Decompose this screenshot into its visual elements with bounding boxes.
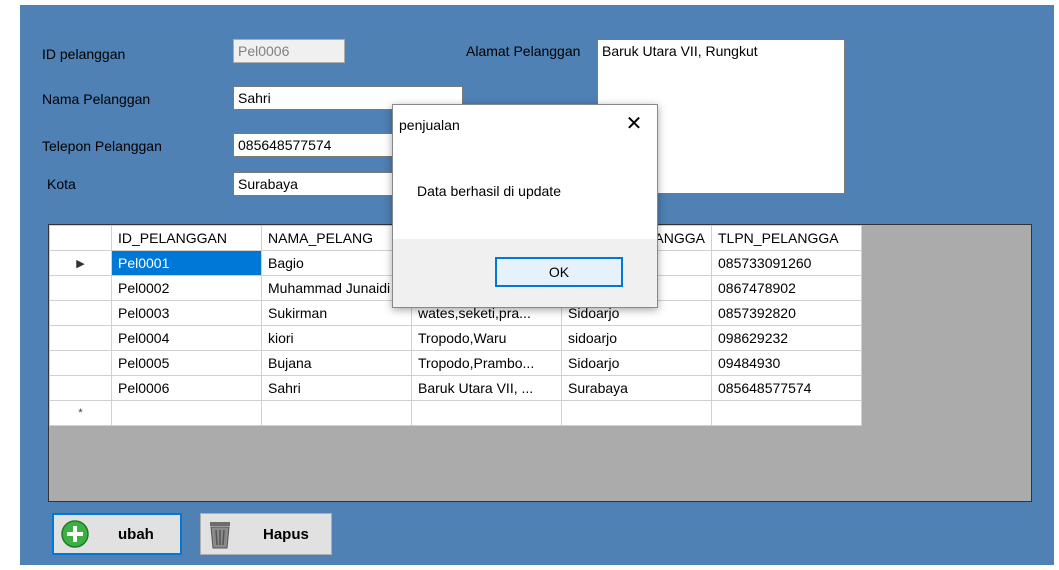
new-row[interactable]: * — [49, 400, 862, 426]
kota-label: Kota — [47, 176, 76, 192]
close-icon[interactable]: ✕ — [621, 111, 647, 137]
table-cell[interactable]: Pel0005 — [111, 350, 262, 376]
row-header[interactable] — [49, 350, 112, 376]
alamat-pelanggan-label: Alamat Pelanggan — [466, 43, 581, 59]
table-cell[interactable]: Sahri — [261, 375, 412, 401]
dialog-footer: OK — [393, 239, 657, 307]
message-dialog: penjualan ✕ Data berhasil di update OK — [392, 104, 658, 308]
column-header[interactable]: NAMA_PELANG — [261, 225, 412, 251]
table-row[interactable]: Pel0004 kiori Tropodo,Waru sidoarjo 0986… — [49, 325, 862, 351]
table-cell[interactable]: Muhammad Junaidi — [261, 275, 412, 301]
hapus-button[interactable]: Hapus — [200, 513, 332, 555]
table-cell[interactable]: 0857392820 — [711, 300, 862, 326]
id-pelanggan-field[interactable]: Pel0006 — [233, 39, 345, 63]
table-cell[interactable]: Baruk Utara VII, ... — [411, 375, 562, 401]
table-cell[interactable]: 09484930 — [711, 350, 862, 376]
table-cell[interactable] — [411, 400, 562, 426]
nama-pelanggan-label: Nama Pelanggan — [42, 91, 151, 107]
table-cell[interactable]: Pel0002 — [111, 275, 262, 301]
table-cell[interactable]: kiori — [261, 325, 412, 351]
table-cell[interactable]: Tropodo,Waru — [411, 325, 562, 351]
ubah-button[interactable]: ubah — [52, 513, 182, 555]
row-header-corner — [49, 225, 112, 251]
trash-icon — [207, 518, 233, 550]
table-cell[interactable]: Pel0003 — [111, 300, 262, 326]
table-cell[interactable] — [561, 400, 712, 426]
table-cell[interactable]: Sukirman — [261, 300, 412, 326]
table-cell[interactable]: Bagio — [261, 250, 412, 276]
column-header[interactable]: ID_PELANGGAN — [111, 225, 262, 251]
table-cell[interactable] — [261, 400, 412, 426]
dialog-message: Data berhasil di update — [417, 183, 561, 199]
row-header[interactable] — [49, 325, 112, 351]
table-cell[interactable]: sidoarjo — [561, 325, 712, 351]
table-cell[interactable]: Tropodo,Prambo... — [411, 350, 562, 376]
table-cell[interactable]: Pel0006 — [111, 375, 262, 401]
table-row[interactable]: Pel0005 Bujana Tropodo,Prambo... Sidoarj… — [49, 350, 862, 376]
table-cell[interactable]: 0867478902 — [711, 275, 862, 301]
row-header[interactable] — [49, 275, 112, 301]
table-cell[interactable]: Sidoarjo — [561, 350, 712, 376]
hapus-button-label: Hapus — [263, 525, 309, 543]
table-row[interactable]: Pel0006 Sahri Baruk Utara VII, ... Surab… — [49, 375, 862, 401]
id-pelanggan-label: ID pelanggan — [42, 46, 126, 62]
row-header[interactable] — [49, 375, 112, 401]
table-cell[interactable]: Pel0004 — [111, 325, 262, 351]
table-cell[interactable]: 098629232 — [711, 325, 862, 351]
telepon-pelanggan-label: Telepon Pelanggan — [42, 138, 162, 154]
table-cell[interactable]: Bujana — [261, 350, 412, 376]
dialog-title: penjualan — [399, 117, 460, 133]
column-header[interactable]: TLPN_PELANGGA — [711, 225, 862, 251]
current-row-indicator[interactable]: ▶ — [49, 250, 112, 276]
plus-circle-icon — [60, 519, 90, 549]
table-cell[interactable]: Surabaya — [561, 375, 712, 401]
row-header[interactable] — [49, 300, 112, 326]
ubah-button-label: ubah — [118, 525, 154, 543]
table-cell[interactable] — [711, 400, 862, 426]
new-row-indicator[interactable]: * — [49, 400, 112, 426]
table-cell[interactable] — [111, 400, 262, 426]
table-cell[interactable]: 085733091260 — [711, 250, 862, 276]
ok-button[interactable]: OK — [495, 257, 623, 287]
table-cell[interactable]: 085648577574 — [711, 375, 862, 401]
table-cell[interactable]: Pel0001 — [111, 250, 262, 276]
